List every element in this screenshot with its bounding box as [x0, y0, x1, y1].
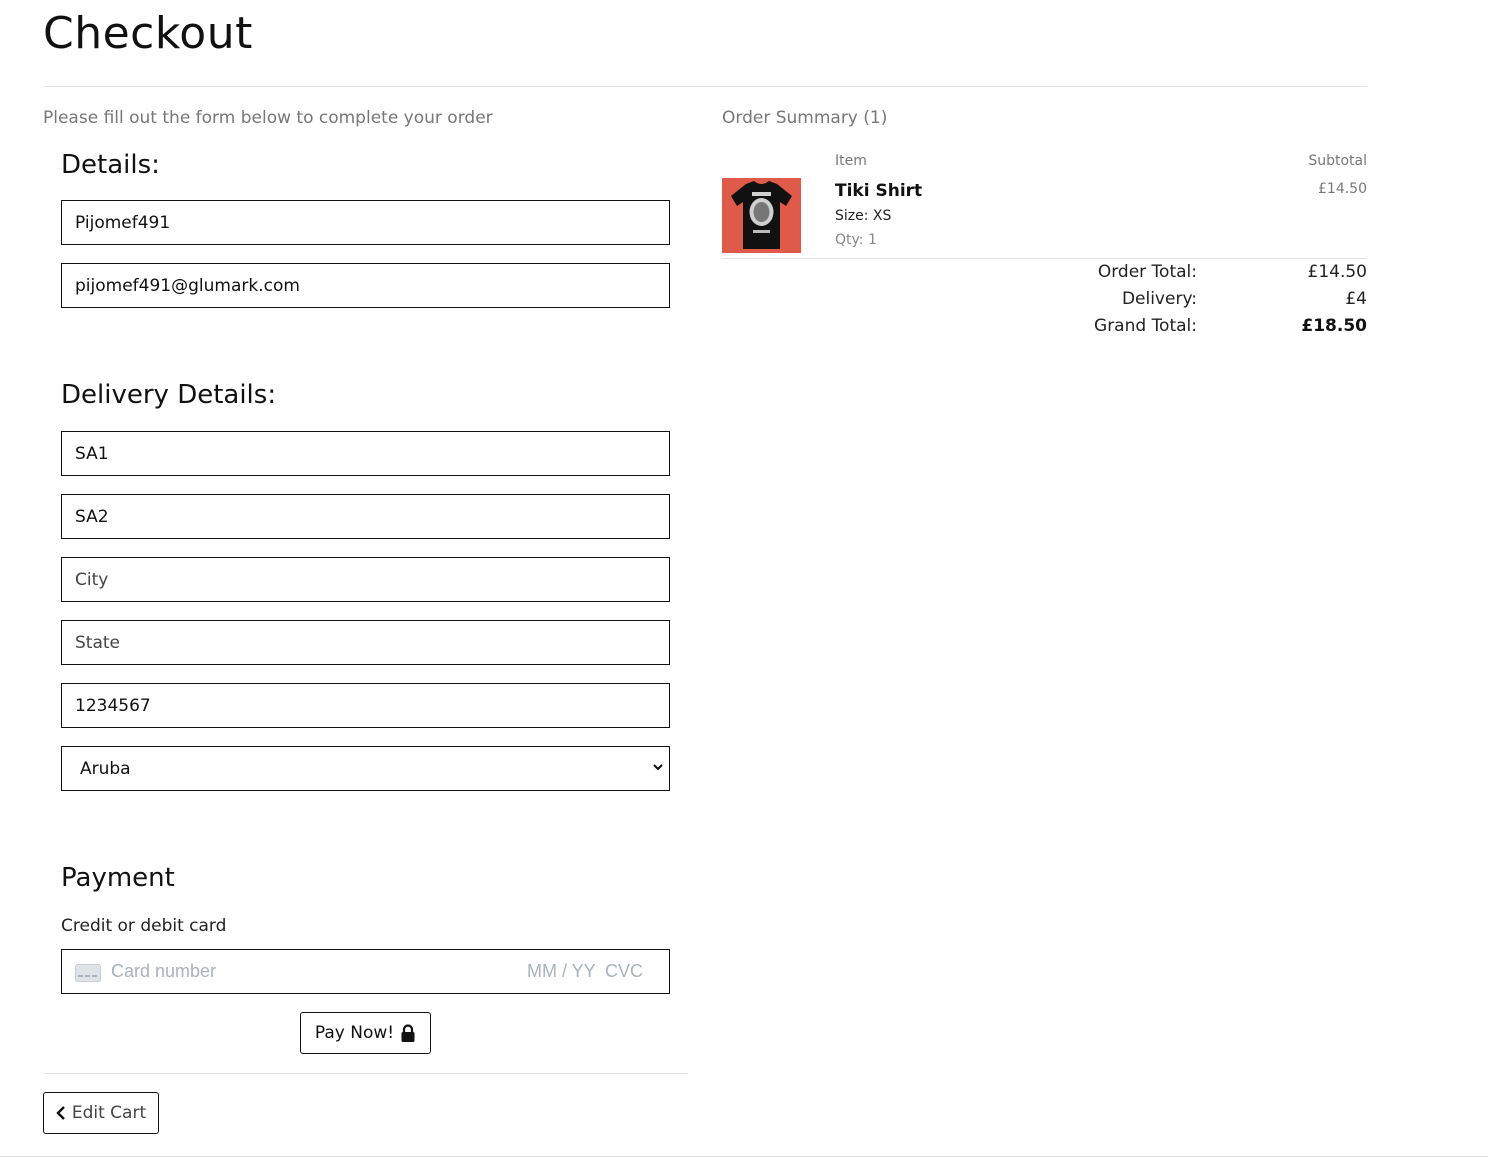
- card-element[interactable]: Card number MM / YY CVC: [61, 949, 670, 994]
- email-field[interactable]: [61, 263, 670, 308]
- state-field[interactable]: [61, 620, 670, 665]
- card-expiry-input[interactable]: MM / YY: [527, 961, 596, 982]
- chevron-down-icon: [653, 764, 663, 771]
- order-summary-title: Order Summary (1): [722, 108, 888, 128]
- pay-now-label: Pay Now!: [314, 1023, 395, 1043]
- order-total-label: Order Total:: [1097, 262, 1197, 282]
- item-name: Tiki Shirt: [835, 181, 923, 201]
- item-column-header: Item: [835, 153, 867, 169]
- country-select[interactable]: Aruba: [61, 746, 670, 791]
- edit-cart-button[interactable]: Edit Cart: [43, 1092, 159, 1134]
- item-size: Size: XS: [835, 208, 892, 224]
- delivery-heading: Delivery Details:: [61, 380, 277, 410]
- city-field[interactable]: [61, 557, 670, 602]
- page-title: Checkout: [43, 8, 253, 59]
- header-divider: [43, 86, 1367, 87]
- grand-total-label: Grand Total:: [1094, 316, 1197, 336]
- item-subtotal: £14.50: [1318, 181, 1367, 197]
- subtotal-column-header: Subtotal: [1308, 153, 1367, 169]
- item-qty: Qty: 1: [835, 232, 877, 248]
- payment-heading: Payment: [61, 863, 175, 893]
- page-footer-divider: [0, 1156, 1488, 1157]
- form-intro: Please fill out the form below to comple…: [43, 108, 493, 128]
- credit-card-icon: [75, 964, 101, 982]
- postcode-field[interactable]: [61, 683, 670, 728]
- street-address1-field[interactable]: [61, 431, 670, 476]
- tshirt-image: [722, 178, 801, 253]
- card-cvc-input[interactable]: CVC: [605, 961, 643, 982]
- delivery-label: Delivery:: [1121, 289, 1197, 309]
- edit-cart-label: Edit Cart: [71, 1103, 147, 1123]
- product-image: [722, 178, 801, 253]
- grand-total-value: £18.50: [1301, 316, 1367, 336]
- country-selected-value: Aruba: [80, 759, 131, 779]
- card-label: Credit or debit card: [61, 916, 227, 936]
- pay-now-button[interactable]: Pay Now!: [300, 1012, 431, 1054]
- chevron-left-icon: [56, 1106, 65, 1120]
- order-total-value: £14.50: [1307, 262, 1367, 282]
- street-address2-field[interactable]: [61, 494, 670, 539]
- details-heading: Details:: [61, 150, 160, 180]
- delivery-value: £4: [1345, 289, 1367, 309]
- card-number-input[interactable]: Card number: [111, 961, 216, 982]
- full-name-field[interactable]: [61, 200, 670, 245]
- form-footer-divider: [43, 1073, 688, 1074]
- lock-icon: [401, 1024, 415, 1042]
- summary-divider: [722, 258, 1367, 259]
